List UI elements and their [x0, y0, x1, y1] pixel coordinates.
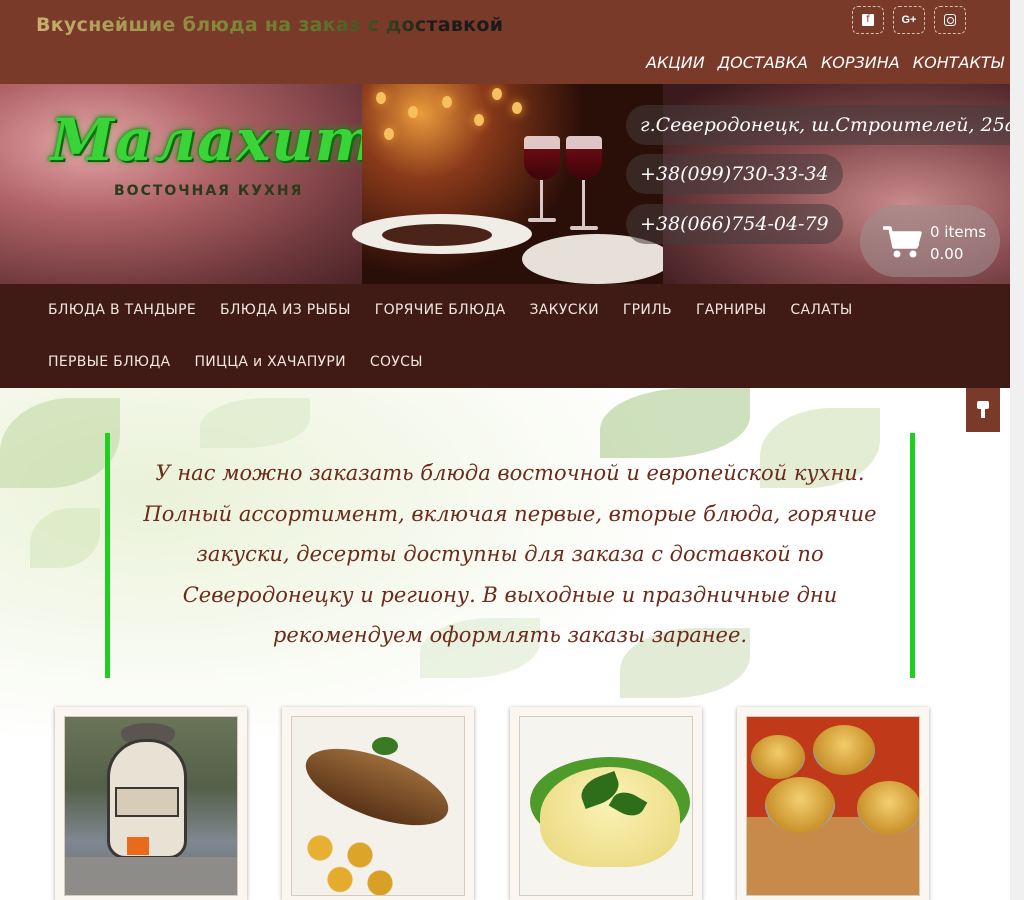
category-tandoor[interactable]: БЛЮДА В ТАНДЫРЕ	[48, 302, 196, 318]
category-hot-dishes[interactable]: ГОРЯЧИЕ БЛЮДА	[375, 302, 506, 318]
page-scrollbar[interactable]	[1010, 0, 1024, 900]
banner-table-photo	[352, 84, 672, 284]
site-logo[interactable]: Малахит	[50, 106, 377, 174]
facebook-icon: f	[862, 14, 874, 26]
site-tagline: Вкуснейшие блюда на заказ с доставкой	[36, 14, 504, 36]
category-card-fish[interactable]	[282, 707, 474, 900]
paint-brush-icon	[976, 401, 990, 419]
cart-item-count: 0 items	[930, 223, 987, 241]
category-card-tandoor[interactable]	[55, 707, 247, 900]
cart-total: 0.00	[930, 245, 964, 263]
category-card-sides[interactable]	[510, 707, 702, 900]
category-grill[interactable]: ГРИЛЬ	[623, 302, 672, 318]
category-card-hot-dishes[interactable]	[737, 707, 929, 900]
quote-border-left	[105, 433, 110, 678]
cart-widget[interactable]: 0 items 0.00	[860, 205, 1000, 277]
nav-link-cart[interactable]: КОРЗИНА	[821, 53, 900, 72]
address-label: г.Северодонецк, ш.Строителей, 25а	[626, 105, 1010, 145]
phone-link-1[interactable]: +38(099)730-33-34	[626, 154, 843, 194]
intro-text: У нас можно заказать блюда восточной и е…	[143, 461, 877, 647]
instagram-icon	[944, 14, 956, 26]
google-plus-button[interactable]: G+	[893, 6, 925, 34]
tandoor-photo	[64, 716, 238, 896]
category-pizza[interactable]: ПИЦЦА и ХАЧАПУРИ	[194, 354, 345, 370]
top-bar: Вкуснейшие блюда на заказ с доставкой f …	[0, 0, 1010, 84]
top-nav: АКЦИИ ДОСТАВКА КОРЗИНА КОНТАКТЫ	[646, 53, 1004, 72]
category-fish[interactable]: БЛЮДА ИЗ РЫБЫ	[220, 302, 351, 318]
cart-summary: 0 items 0.00	[930, 221, 986, 265]
mashed-potatoes-photo	[519, 716, 693, 896]
nav-link-contacts[interactable]: КОНТАКТЫ	[913, 53, 1004, 72]
fish-dish-photo	[291, 716, 465, 896]
nav-link-delivery[interactable]: ДОСТАВКА	[718, 53, 808, 72]
category-sauces[interactable]: СОУСЫ	[370, 354, 423, 370]
category-soups[interactable]: ПЕРВЫЕ БЛЮДА	[48, 354, 170, 370]
style-switcher-button[interactable]	[966, 388, 1000, 432]
category-salads[interactable]: САЛАТЫ	[790, 302, 852, 318]
social-links: f G+	[852, 6, 966, 34]
category-appetizers[interactable]: ЗАКУСКИ	[530, 302, 599, 318]
julienne-photo	[746, 716, 920, 896]
nav-link-promotions[interactable]: АКЦИИ	[646, 53, 705, 72]
category-sides[interactable]: ГАРНИРЫ	[696, 302, 766, 318]
header-banner: Малахит ВОСТОЧНАЯ КУХНЯ г.Северодонецк, …	[0, 84, 1010, 284]
quote-border-right	[910, 433, 915, 678]
phone-link-2[interactable]: +38(066)754-04-79	[626, 204, 843, 244]
instagram-button[interactable]	[934, 6, 966, 34]
google-plus-icon: G+	[901, 14, 917, 26]
logo-subtitle: ВОСТОЧНАЯ КУХНЯ	[114, 183, 304, 199]
facebook-button[interactable]: f	[852, 6, 884, 34]
category-menu: БЛЮДА В ТАНДЫРЕ БЛЮДА ИЗ РЫБЫ ГОРЯЧИЕ БЛ…	[0, 284, 1010, 388]
shopping-cart-icon	[883, 226, 922, 258]
